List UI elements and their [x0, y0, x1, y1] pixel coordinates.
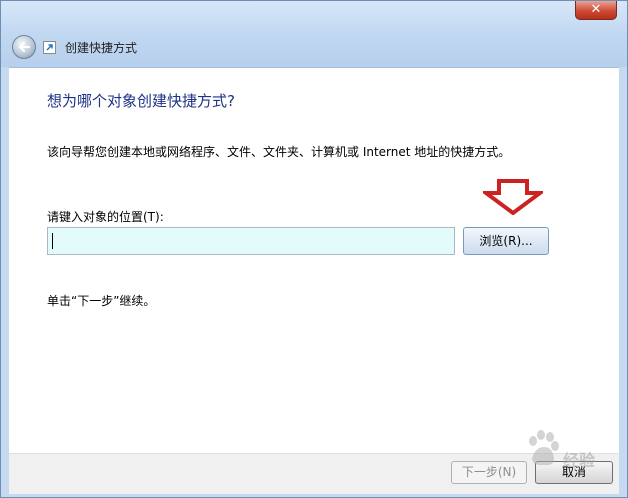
next-button[interactable]: 下一步(N) [451, 461, 527, 484]
location-label: 请键入对象的位置(T): [47, 210, 164, 224]
description-text: 该向导帮您创建本地或网络程序、文件、文件夹、计算机或 Internet 地址的快… [47, 145, 511, 159]
back-arrow-icon [18, 41, 31, 53]
down-arrow-icon [483, 179, 543, 215]
text-caret [52, 233, 53, 249]
page-heading: 想为哪个对象创建快捷方式? [47, 92, 235, 110]
cancel-button[interactable]: 取消 [535, 461, 613, 484]
shortcut-icon [43, 41, 56, 54]
back-button[interactable] [12, 35, 36, 59]
browse-button[interactable]: 浏览(R)... [463, 227, 549, 255]
hint-text: 单击“下一步”继续。 [47, 294, 156, 308]
window-title: 创建快捷方式 [65, 41, 138, 55]
location-input[interactable] [47, 227, 455, 255]
wizard-content: 想为哪个对象创建快捷方式? 该向导帮您创建本地或网络程序、文件、文件夹、计算机或… [9, 67, 619, 453]
close-button[interactable]: ✕ [575, 1, 617, 20]
create-shortcut-window: ✕ 创建快捷方式 想为哪个对象创建快捷方式? 该向导帮您创建本地或网络程序、文件… [0, 0, 628, 498]
wizard-footer: 下一步(N) 取消 [9, 453, 619, 494]
title-bar: ✕ 创建快捷方式 [1, 1, 627, 67]
